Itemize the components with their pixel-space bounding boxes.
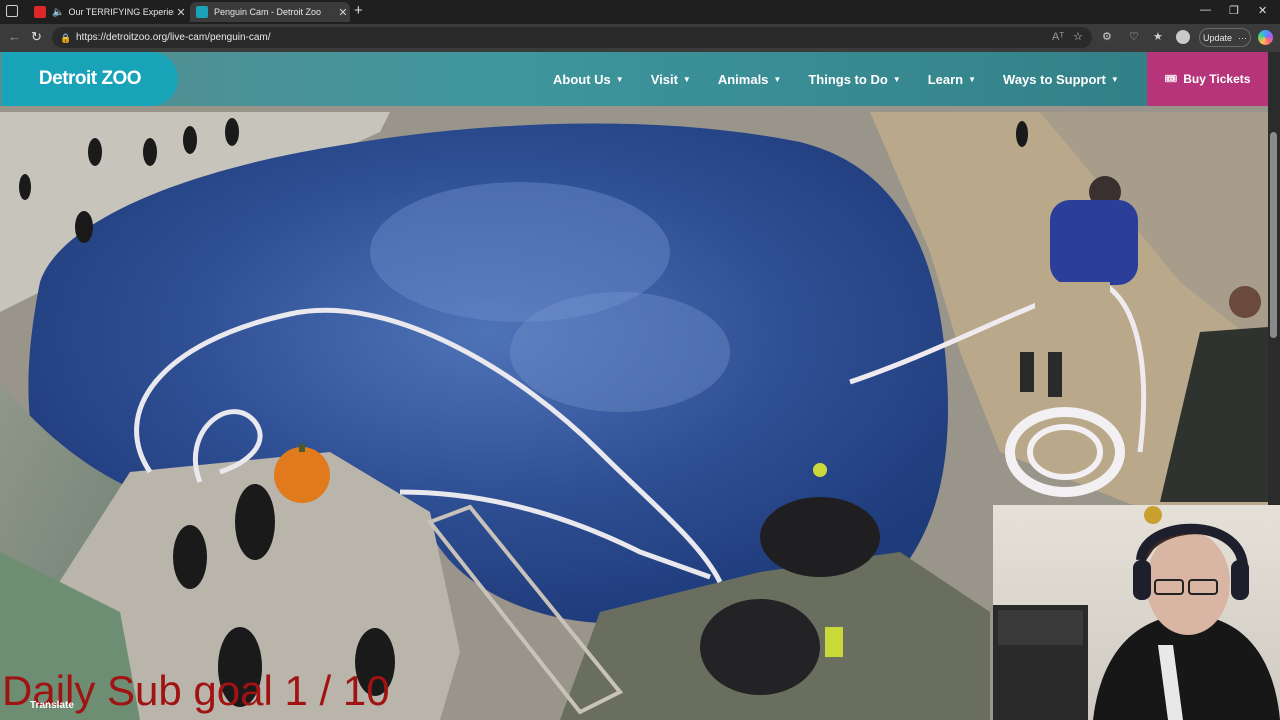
profile-avatar[interactable]	[1176, 30, 1190, 44]
nav-label: About Us	[553, 71, 611, 87]
chevron-down-icon: ▼	[968, 74, 977, 84]
detroit-zoo-favicon-icon	[196, 6, 208, 18]
tab-title: Penguin Cam - Detroit Zoo	[214, 7, 322, 17]
tab-penguin-cam[interactable]: Penguin Cam - Detroit Zoo ✕	[190, 2, 350, 22]
nav-things-to-do[interactable]: Things to Do ▼	[808, 72, 900, 87]
detroit-zoo-logo[interactable]: Detroit ZOO	[2, 52, 178, 106]
chevron-down-icon: ▼	[682, 74, 691, 84]
read-aloud-icon[interactable]: Aᵀ	[1052, 31, 1064, 43]
scrollbar-thumb[interactable]	[1270, 132, 1277, 338]
extensions-icon[interactable]: ⚙	[1102, 31, 1112, 43]
chevron-down-icon: ▼	[773, 74, 782, 84]
refresh-icon[interactable]: ↻	[31, 30, 42, 44]
ticket-icon: 🎟	[1164, 73, 1178, 85]
favorites-icon[interactable]: ★	[1153, 31, 1163, 43]
close-tab-icon[interactable]: ✕	[336, 6, 350, 19]
nav-label: Things to Do	[808, 71, 888, 87]
nav-learn[interactable]: Learn ▼	[928, 72, 976, 87]
restore-icon[interactable]: ❐	[1229, 4, 1239, 17]
site-info-icon[interactable]: 🔒	[60, 33, 71, 43]
copilot-icon[interactable]	[1258, 30, 1273, 45]
chevron-down-icon: ▼	[892, 74, 901, 84]
favorite-star-icon[interactable]: ☆	[1073, 31, 1083, 43]
more-menu-icon[interactable]: ···	[1238, 33, 1247, 43]
nav-visit[interactable]: Visit ▼	[651, 72, 691, 87]
address-bar[interactable]: 🔒 https://detroitzoo.org/live-cam/pengui…	[52, 27, 1092, 48]
pumpkin	[274, 447, 330, 503]
translate-button[interactable]: Translate	[30, 700, 74, 711]
minimize-icon[interactable]: —	[1200, 4, 1211, 16]
nav-label: Visit	[650, 71, 678, 87]
nav-animals[interactable]: Animals ▼	[718, 72, 782, 87]
tab-strip: 🔈 Our TERRIFYING Experience ✕ Penguin Ca…	[0, 0, 1280, 24]
url-text: https://detroitzoo.org/live-cam/penguin-…	[76, 32, 271, 43]
site-header: Detroit ZOO About Us ▼ Visit ▼ Animals ▼ Th…	[0, 52, 1268, 106]
nav-label: Learn	[927, 71, 964, 87]
chevron-down-icon: ▼	[1110, 74, 1119, 84]
nav-ways-to-support[interactable]: Ways to Support ▼	[1003, 72, 1119, 87]
address-bar-row: ← ↻ 🔒 https://detroitzoo.org/live-cam/pe…	[0, 24, 1280, 52]
nav-label: Ways to Support	[1003, 71, 1106, 87]
speaker-icon[interactable]: 🔈	[52, 7, 64, 18]
streamer-webcam	[993, 505, 1280, 720]
logo-text: Detroit ZOO	[38, 68, 142, 89]
new-tab-icon[interactable]: +	[354, 3, 363, 19]
update-label: Update	[1202, 32, 1233, 43]
tab-youtube[interactable]: 🔈 Our TERRIFYING Experience ✕	[28, 2, 188, 22]
youtube-icon	[34, 6, 46, 18]
nav-about-us[interactable]: About Us ▼	[553, 72, 624, 87]
update-button[interactable]: Update ···	[1199, 28, 1251, 47]
close-window-icon[interactable]: ✕	[1258, 4, 1267, 17]
main-nav: About Us ▼ Visit ▼ Animals ▼ Things to Do ▼ …	[553, 52, 1146, 106]
close-tab-icon[interactable]: ✕	[174, 6, 188, 19]
nav-label: Animals	[717, 71, 769, 87]
browser-essentials-icon[interactable]: ♡	[1129, 31, 1139, 43]
chevron-down-icon: ▼	[615, 74, 624, 84]
buy-tickets-button[interactable]: 🎟 Buy Tickets	[1147, 52, 1268, 106]
buy-tickets-label: Buy Tickets	[1183, 72, 1251, 86]
sidebar-toggle-icon[interactable]	[6, 5, 18, 17]
tab-title: Our TERRIFYING Experience	[68, 7, 174, 17]
back-icon[interactable]: ←	[8, 30, 21, 44]
